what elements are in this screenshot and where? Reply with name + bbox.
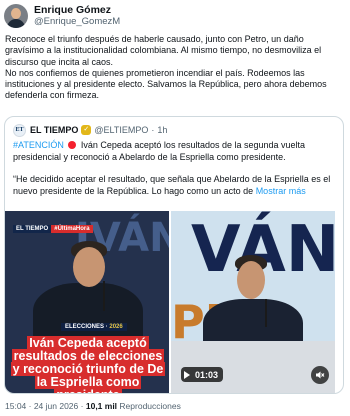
breaking-news-banner: EL TIEMPO #ÚltimaHora [13, 225, 93, 233]
elections-year: 2026 [109, 324, 123, 330]
author-display-name[interactable]: Enrique Gómez [34, 5, 120, 16]
microphone-icon [103, 281, 105, 311]
elections-label: ELECCIONES · 2026 [61, 323, 127, 331]
quoted-headline-paragraph: #ATENCIÓN Iván Cepeda aceptó los resulta… [13, 140, 337, 163]
tweet-header: Enrique Gómez @Enrique_GomezM [4, 3, 120, 29]
quoted-tweet[interactable]: ET EL TIEMPO ✓ @ELTIEMPO · 1h #ATENCIÓN … [4, 116, 344, 394]
show-more-link[interactable]: Mostrar más [256, 186, 306, 196]
media-caption: Iván Cepeda aceptó resultados de eleccio… [9, 336, 167, 393]
hashtag-link[interactable]: #ATENCIÓN [13, 140, 64, 150]
person-head [73, 247, 105, 287]
quoted-quote-paragraph: “He decidido aceptar el resultado, que s… [13, 174, 337, 197]
speaker-muted-icon [316, 371, 325, 379]
mute-button[interactable] [311, 366, 329, 384]
author-avatar[interactable] [4, 4, 28, 28]
elections-label-text: ELECCIONES [65, 324, 105, 330]
hashtag-tag: #ÚltimaHora [51, 225, 93, 233]
separator-dot: · [80, 401, 84, 411]
video-play-control[interactable]: 01:03 [181, 367, 224, 382]
microphone-icon [265, 299, 267, 327]
media-video-right[interactable]: VÁN PE 01:03 [171, 211, 335, 393]
avatar-face [11, 8, 21, 19]
media-caption-text: Iván Cepeda aceptó resultados de eleccio… [10, 336, 166, 393]
media-image-left[interactable]: IVÁN EL TIEMPO #ÚltimaHora ELECCIONES · … [5, 211, 169, 393]
red-circle-icon [68, 141, 77, 149]
quoted-text: #ATENCIÓN Iván Cepeda aceptó los resulta… [13, 140, 337, 197]
tweet-metadata: 15:04 · 24 jun 2026 · 10,1 mil Reproducc… [5, 401, 181, 411]
author-name-block: Enrique Gómez @Enrique_GomezM [34, 5, 120, 28]
author-handle[interactable]: @Enrique_GomezM [34, 16, 120, 27]
video-duration: 01:03 [195, 369, 219, 380]
quoted-author-handle[interactable]: @ELTIEMPO [94, 125, 148, 135]
play-icon [184, 370, 190, 379]
brand-tag: EL TIEMPO [13, 225, 52, 233]
views-label: Reproducciones [119, 401, 181, 411]
el-tiempo-logo-icon: ET [13, 123, 26, 137]
quoted-author-name[interactable]: EL TIEMPO [30, 125, 78, 135]
tweet-text: Reconoce el triunfo después de haberle c… [5, 34, 345, 102]
verified-badge-icon: ✓ [81, 125, 92, 135]
tweet-timestamp[interactable]: 15:04 · 24 jun 2026 [5, 401, 78, 411]
separator-dot: · [151, 125, 155, 135]
tweet-paragraph: Reconoce el triunfo después de haberle c… [5, 34, 322, 67]
quoted-header: ET EL TIEMPO ✓ @ELTIEMPO · 1h [13, 123, 167, 137]
person-head [237, 261, 265, 299]
avatar-body [7, 19, 25, 28]
tweet-paragraph: No nos confiemos de quienes prometieron … [5, 67, 327, 101]
views-count: 10,1 mil [85, 401, 118, 411]
elections-separator: · [105, 324, 108, 330]
quoted-timestamp[interactable]: 1h [157, 125, 167, 135]
